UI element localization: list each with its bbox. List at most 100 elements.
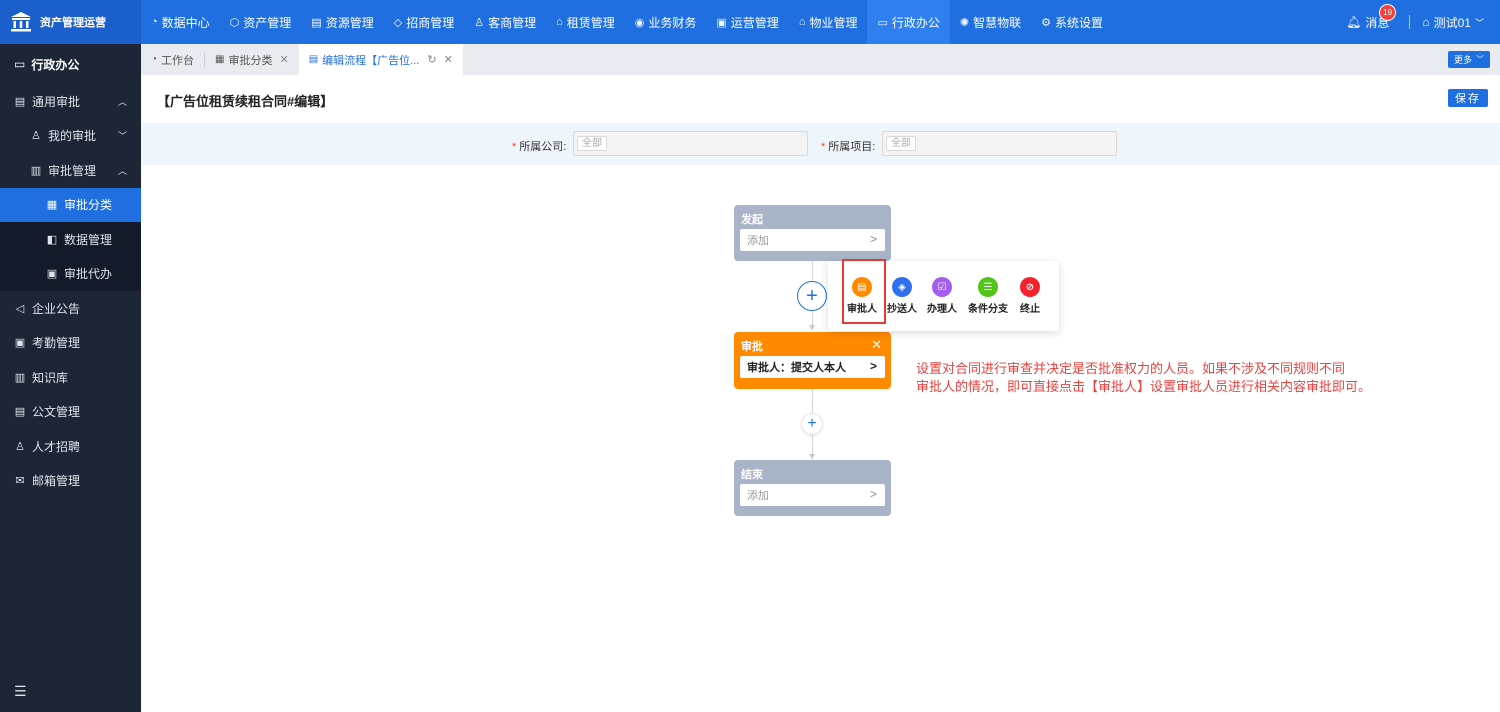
sidebar-item-document-management[interactable]: ▤ 公文管理 (0, 395, 141, 430)
add-node-button[interactable]: + (801, 413, 823, 435)
chevron-down-icon: ﹀ (1474, 17, 1484, 28)
house-icon: ⌂ (556, 16, 563, 28)
building-icon: ▤ (311, 16, 322, 29)
clipboard-icon: ▥ (30, 164, 42, 177)
users-icon: ♙ (474, 16, 485, 29)
company-label: * 所属公司: (512, 141, 567, 153)
chevron-down-icon: ﹀ (117, 131, 127, 142)
category-icon: ▦ (46, 199, 58, 212)
nav-operation-management[interactable]: ▣ 运营管理 (706, 0, 788, 44)
sidebar-item-general-approval[interactable]: ▤ 通用审批 ︿ (0, 84, 141, 119)
company-tag: 全部 (577, 136, 607, 151)
project-label: * 所属项目: (821, 141, 876, 153)
approver-highlight-box (842, 259, 886, 324)
sidebar-item-mailbox[interactable]: ✉ 邮箱管理 (0, 464, 141, 499)
speaker-icon: ◁ (15, 302, 25, 315)
end-node: 结束 添加 > (734, 460, 891, 516)
dashboard-icon: ◔ (151, 16, 158, 28)
option-cc[interactable]: ◈ 抄送人 (882, 277, 922, 315)
end-node-title: 结束 (741, 469, 763, 481)
close-icon[interactable]: ✕ (871, 337, 882, 353)
collapse-sidebar-icon[interactable]: ☰ (14, 683, 27, 700)
tab-bar: ◔ 工作台 ▦ 审批分类 ✕ ▤ 编辑流程【广告位... ↻ ✕ 更多 ﹀ (141, 44, 1500, 75)
nav-asset-management[interactable]: ⬡ 资产管理 (220, 0, 302, 44)
sidebar-item-approval-category[interactable]: ▦ 审批分类 (0, 187, 141, 222)
flow-arrow (809, 454, 815, 459)
cc-icon: ◈ (892, 277, 912, 297)
option-condition-branch[interactable]: ☰ 条件分支 (962, 277, 1014, 315)
document-icon: ▤ (14, 95, 26, 108)
start-node-add[interactable]: 添加 > (740, 229, 885, 251)
sidebar: ▭ 行政办公 ▤ 通用审批 ︿ ♙ 我的审批 ﹀ ▥ 审批管理 ︿ ▦ 审批分类 ◧ 数据管理 … (0, 44, 141, 712)
add-node-button[interactable]: + (797, 281, 827, 311)
nav-lease-management[interactable]: ⌂ 租赁管理 (546, 0, 625, 44)
nav-administrative-office[interactable]: ▭ 行政办公 (867, 0, 950, 44)
sidebar-item-data-management[interactable]: ◧ 数据管理 (0, 222, 141, 257)
approval-node-approver[interactable]: 审批人：提交人本人 > (740, 356, 885, 378)
calendar-icon: ▣ (46, 268, 58, 281)
cube-icon: ⬡ (229, 16, 240, 29)
nav-resource-management[interactable]: ▤ 资源管理 (301, 0, 383, 44)
plus-icon: + (807, 415, 817, 432)
sidebar-item-announcement[interactable]: ◁ 企业公告 (0, 291, 141, 326)
sidebar-item-knowledge-base[interactable]: ▥ 知识库 (0, 360, 141, 395)
tab-approval-category[interactable]: ▦ 审批分类 ✕ (205, 44, 299, 75)
annotation-text: 设置对合同进行审查并决定是否批准权力的人员。如果不涉及不同规则不同 审批人的情况… (916, 361, 1372, 394)
sidebar-item-attendance[interactable]: ▣ 考勤管理 (0, 326, 141, 361)
sidebar-title: ▭ 行政办公 (14, 57, 80, 72)
stop-icon: ⊘ (1020, 277, 1040, 297)
top-bar: 资产管理运营 ◔ 数据中心 ⬡ 资产管理 ▤ 资源管理 ◇ 招商管理 ♙ 客商管理 ⌂ 租赁… (0, 0, 1500, 44)
app-name: 资产管理运营 (40, 17, 106, 29)
nav-investment-management[interactable]: ◇ 招商管理 (384, 0, 464, 44)
app-logo[interactable]: 资产管理运营 (0, 0, 141, 44)
bank-building-icon (11, 12, 31, 32)
tab-workbench[interactable]: ◔ 工作台 (141, 44, 204, 75)
chevron-right-icon: > (869, 487, 877, 501)
sidebar-item-my-approvals[interactable]: ♙ 我的审批 ﹀ (0, 119, 141, 154)
sidebar-item-approval-management[interactable]: ▥ 审批管理 ︿ (0, 153, 141, 188)
list-icon: ☰ (978, 277, 998, 297)
iot-icon: ✺ (959, 16, 970, 29)
page-title: 【广告位租赁续租合同#编辑】 (157, 94, 334, 109)
sidebar-item-approval-agent[interactable]: ▣ 审批代办 (0, 256, 141, 291)
nav-business-finance[interactable]: ◉ 业务财务 (625, 0, 707, 44)
data-icon: ◧ (46, 233, 58, 246)
chevron-up-icon: ︿ (117, 96, 127, 107)
nav-data-center[interactable]: ◔ 数据中心 (141, 0, 220, 44)
chevron-right-icon: > (869, 359, 877, 373)
building-icon: ⌂ (1422, 15, 1430, 29)
chevron-down-icon: ﹀ (1476, 55, 1484, 64)
approval-node[interactable]: 审批 ✕ 审批人：提交人本人 > (734, 332, 891, 389)
filter-bar: * 所属公司: 全部 * 所属项目: 全部 (141, 123, 1500, 165)
messages-button[interactable]: 🔔︎ 消息 19 (1346, 3, 1397, 31)
save-button[interactable]: 保存 (1448, 89, 1488, 107)
bell-icon: 🔔︎ (1346, 15, 1362, 29)
main-nav: ◔ 数据中心 ⬡ 资产管理 ▤ 资源管理 ◇ 招商管理 ♙ 客商管理 ⌂ 租赁管理 ◉ 业务财… (141, 0, 1113, 44)
gear-icon: ⚙ (1041, 16, 1052, 29)
nav-smart-iot[interactable]: ✺ 智慧物联 (950, 0, 1031, 44)
project-tag: 全部 (886, 136, 916, 151)
close-icon[interactable]: ✕ (444, 53, 453, 66)
project-select[interactable]: 全部 (882, 131, 1117, 156)
refresh-icon[interactable]: ↻ (427, 53, 436, 66)
monitor-icon: ▭ (877, 16, 888, 29)
nav-property-management[interactable]: ⌂ 物业管理 (789, 0, 868, 44)
nav-system-settings[interactable]: ⚙ 系统设置 (1031, 0, 1113, 44)
nav-merchant-management[interactable]: ♙ 客商管理 (464, 0, 546, 44)
option-terminate[interactable]: ⊘ 终止 (1010, 277, 1050, 315)
close-icon[interactable]: ✕ (280, 53, 289, 66)
end-node-add[interactable]: 添加 > (740, 484, 885, 506)
chevron-right-icon: > (869, 232, 877, 246)
mail-icon: ✉ (15, 475, 25, 488)
start-node-title: 发起 (741, 214, 763, 226)
option-handler[interactable]: ☑ 办理人 (922, 277, 962, 315)
main-content: 【广告位租赁续租合同#编辑】 保存 * 所属公司: 全部 * 所属项目: 全部 发起… (141, 75, 1500, 712)
more-tabs-button[interactable]: 更多 ﹀ (1447, 51, 1490, 68)
tab-edit-flow[interactable]: ▤ 编辑流程【广告位... ↻ ✕ (298, 44, 463, 75)
company-select[interactable]: 全部 (573, 131, 808, 156)
chart-icon: ▣ (716, 16, 727, 29)
user-menu[interactable]: ⌂ 测试01 ﹀ (1422, 14, 1484, 31)
flow-arrow (809, 325, 815, 330)
category-icon: ▦ (215, 54, 225, 65)
sidebar-item-recruitment[interactable]: ♙ 人才招聘 (0, 429, 141, 464)
